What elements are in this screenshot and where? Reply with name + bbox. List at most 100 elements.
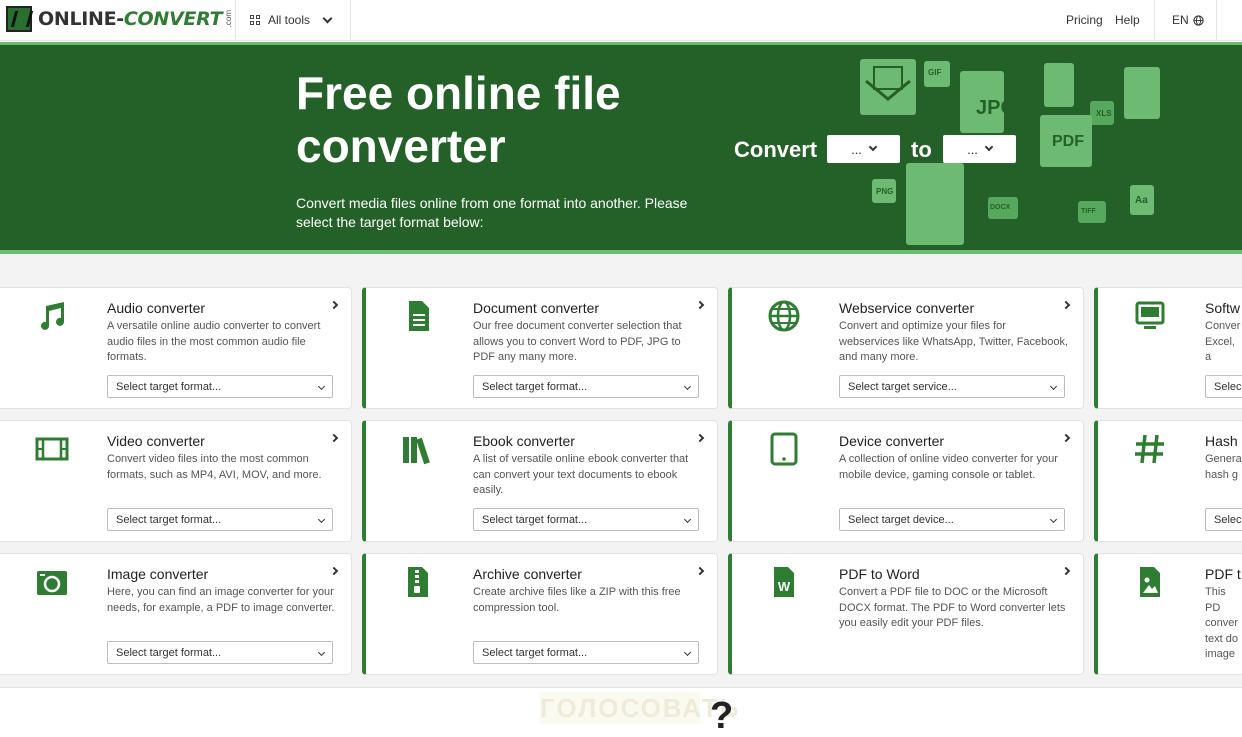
card-ebook-converter[interactable]: Ebook converter A list of versatile onli…	[362, 420, 718, 542]
target-service-select[interactable]: Select target service...	[839, 375, 1065, 398]
grid-icon	[250, 15, 260, 25]
archive-icon	[408, 567, 428, 597]
language-label: EN	[1172, 13, 1189, 27]
logo-text-com: .com	[224, 10, 234, 28]
chevron-right-icon	[329, 300, 339, 310]
target-format-select[interactable]: Select target format...	[473, 375, 699, 398]
card-description: Convert and optimize your files for webs…	[839, 320, 1069, 363]
converter-grid: Audio converter A versatile online audio…	[0, 254, 1242, 687]
chevron-down-icon	[317, 382, 326, 391]
hero-banner: Free online file converter Convert media…	[0, 42, 1242, 254]
card-hash-generator[interactable]: Hash Genera hash g Selec	[1094, 420, 1242, 542]
chevron-right-icon	[1061, 300, 1071, 310]
chevron-right-icon	[695, 433, 705, 443]
card-software-converter[interactable]: Softw Conver Excel, a Selec	[1094, 287, 1242, 409]
site-logo[interactable]: ONLINE-CONVERT .com	[6, 4, 233, 34]
card-title: Image converter	[107, 566, 209, 582]
card-title: Softw	[1205, 300, 1241, 316]
music-note-icon	[41, 302, 64, 330]
card-description: A versatile online audio converter to co…	[107, 320, 321, 363]
hero-title: Free online file converter	[296, 67, 621, 172]
card-description: This PD conver text do image	[1205, 586, 1239, 660]
chevron-down-icon	[322, 13, 333, 23]
tablet-icon	[770, 432, 798, 466]
to-format-select[interactable]: ...	[943, 135, 1016, 163]
jpg-label: JPG	[976, 97, 1017, 119]
target-format-select[interactable]: Select target format...	[107, 641, 333, 664]
image-file-icon	[1140, 567, 1160, 597]
font-label: Aa	[1135, 195, 1148, 206]
hash-icon	[1135, 434, 1164, 464]
chevron-down-icon	[317, 648, 326, 657]
chevron-down-icon	[868, 142, 878, 152]
card-title: Webservice converter	[839, 300, 975, 316]
all-tools-menu[interactable]: All tools	[250, 0, 333, 40]
chevron-right-icon	[329, 566, 339, 576]
top-navbar: ONLINE-CONVERT .com All tools Pricing He…	[0, 0, 1242, 41]
hero-subtitle: Convert media files online from one form…	[296, 195, 688, 230]
logo-mark-icon	[6, 6, 32, 32]
svg-text:W: W	[778, 579, 791, 594]
card-description: A list of versatile online ebook convert…	[473, 453, 689, 496]
chevron-down-icon	[317, 515, 326, 524]
pricing-link[interactable]: Pricing	[1066, 0, 1103, 40]
nav-divider	[1154, 0, 1155, 41]
nav-divider	[350, 0, 351, 41]
help-link[interactable]: Help	[1115, 0, 1140, 40]
document-icon	[409, 301, 429, 331]
faded-banner-text: ГОЛОСОВАТЬ	[540, 692, 741, 724]
target-format-select[interactable]: Selec	[1205, 508, 1242, 531]
card-description: A collection of online video converter f…	[839, 453, 1058, 481]
xls-label: XLS	[1096, 109, 1112, 118]
target-format-select[interactable]: Selec	[1205, 375, 1242, 398]
target-format-select[interactable]: Select target format...	[473, 641, 699, 664]
hero-to-label: to	[911, 137, 932, 162]
card-pdf-to-image[interactable]: PDF t This PD conver text do image	[1094, 553, 1242, 675]
graph-file-icon	[906, 163, 964, 245]
chevron-right-icon	[695, 300, 705, 310]
bottom-section: ГОЛОСОВАТЬ ?	[0, 687, 1242, 737]
globe-icon	[768, 300, 800, 332]
card-title: Audio converter	[107, 300, 206, 316]
language-selector[interactable]: EN	[1172, 0, 1204, 40]
image-file-icon	[1044, 63, 1074, 107]
word-file-icon: W	[774, 567, 794, 597]
envelope-file-icon	[860, 59, 916, 115]
chevron-down-icon	[984, 142, 994, 152]
card-archive-converter[interactable]: Archive converter Create archive files l…	[362, 553, 718, 675]
target-format-select[interactable]: Select target format...	[107, 508, 333, 531]
chevron-down-icon	[1049, 382, 1058, 391]
png-label: PNG	[876, 187, 894, 196]
card-document-converter[interactable]: Document converter Our free document con…	[362, 287, 718, 409]
target-format-select[interactable]: Select target format...	[107, 375, 333, 398]
nav-divider	[235, 0, 236, 41]
target-device-select[interactable]: Select target device...	[839, 508, 1065, 531]
card-title: PDF to Word	[839, 566, 920, 582]
target-format-select[interactable]: Select target format...	[473, 508, 699, 531]
docx-label: DOCX	[990, 204, 1011, 211]
card-video-converter[interactable]: Video converter Convert video files into…	[0, 420, 352, 542]
card-description: Convert a PDF file to DOC or the Microso…	[839, 586, 1066, 629]
card-image-converter[interactable]: Image converter Here, you can find an im…	[0, 553, 352, 675]
card-description: Our free document converter selection th…	[473, 320, 682, 363]
card-description: Conver Excel, a	[1205, 320, 1241, 363]
chevron-right-icon	[1061, 433, 1071, 443]
chevron-down-icon	[683, 515, 692, 524]
card-audio-converter[interactable]: Audio converter A versatile online audio…	[0, 287, 352, 409]
logo-text-convert: CONVERT	[123, 8, 223, 30]
question-mark-icon: ?	[710, 695, 734, 737]
card-device-converter[interactable]: Device converter A collection of online …	[728, 420, 1084, 542]
chevron-right-icon	[329, 433, 339, 443]
chevron-right-icon	[695, 566, 705, 576]
tiff-label: TIFF	[1081, 208, 1096, 215]
card-webservice-converter[interactable]: Webservice converter Convert and optimiz…	[728, 287, 1084, 409]
card-description: Create archive files like a ZIP with thi…	[473, 586, 681, 614]
books-icon	[403, 437, 430, 465]
from-format-select[interactable]: ...	[827, 135, 900, 163]
nav-divider	[1216, 0, 1217, 41]
card-description: Convert video files into the most common…	[107, 453, 322, 481]
card-title: Ebook converter	[473, 433, 575, 449]
globe-icon	[1193, 14, 1204, 26]
all-tools-label: All tools	[268, 13, 311, 27]
card-pdf-to-word[interactable]: W PDF to Word Convert a PDF file to DOC …	[728, 553, 1084, 675]
